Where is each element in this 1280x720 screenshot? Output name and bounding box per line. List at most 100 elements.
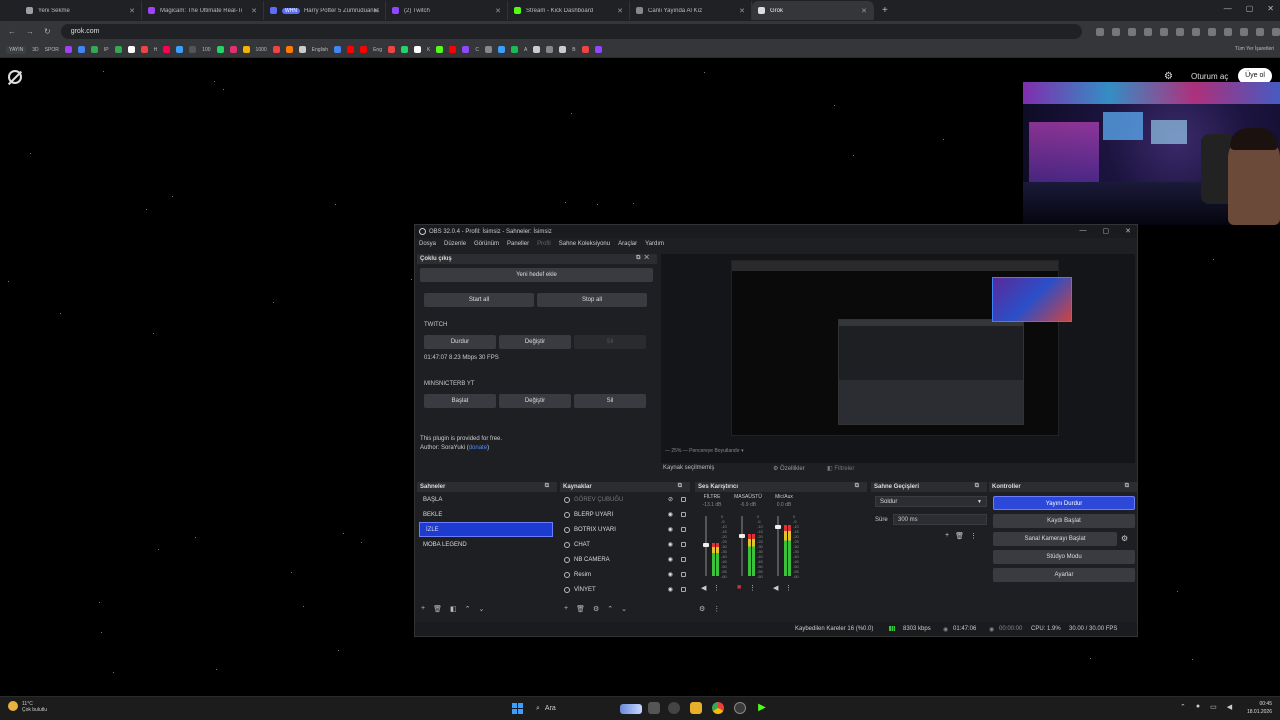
bookmark-icon[interactable] [360, 46, 368, 53]
profile-avatar[interactable] [1256, 27, 1264, 36]
star-icon[interactable] [1128, 27, 1136, 36]
properties-button[interactable]: ⚙ Özellikler [773, 465, 805, 472]
weather-widget[interactable]: 11°C Çok bulutlu [8, 701, 47, 713]
browser-tab[interactable]: Grok ✕ [752, 1, 874, 20]
extension-icon[interactable] [1160, 27, 1168, 36]
edit-target-button[interactable]: Değiştir [499, 335, 571, 349]
bookmark-icon[interactable] [497, 46, 505, 53]
browser-tab[interactable]: WHN Harry Potter 5 Zümrüdüanka Y ✕ [264, 1, 386, 20]
obs-maximize-icon[interactable]: ▢ [1103, 227, 1110, 235]
tab-close-icon[interactable]: ✕ [617, 7, 623, 15]
browser-tab[interactable]: Stream - Kick Dashboard ✕ [508, 1, 630, 20]
bookmark-icon[interactable] [533, 46, 541, 53]
dock-float-icon[interactable]: ⧉ [855, 483, 863, 490]
settings-app-icon[interactable] [668, 702, 680, 714]
lock-icon[interactable] [681, 527, 686, 532]
tab-close-icon[interactable]: ✕ [495, 7, 501, 15]
settings-button[interactable]: Ayarlar [993, 568, 1135, 582]
back-icon[interactable]: ← [8, 27, 16, 36]
stop-stream-button[interactable]: Yayını Durdur [993, 496, 1135, 510]
lock-icon[interactable] [681, 557, 686, 562]
stop-target-button[interactable]: Durdur [424, 335, 496, 349]
bookmark-label[interactable]: Eng [373, 47, 382, 53]
filters-button[interactable]: ◧ Filtreler [827, 465, 854, 472]
bookmark-icon[interactable] [127, 46, 135, 53]
browser-tab[interactable]: Magicam: The Ultimate Real-Ti ✕ [142, 1, 264, 20]
lock-icon[interactable] [681, 512, 686, 517]
browser-tab[interactable]: Yeni Sekme ✕ [20, 1, 142, 20]
source-item[interactable]: BOTRIX UYARI ◉ [560, 522, 690, 537]
obs-minimize-icon[interactable]: — [1080, 227, 1087, 235]
tab-close-icon[interactable]: ✕ [129, 7, 135, 15]
channel-more-icon[interactable]: ⋮ [713, 584, 720, 592]
dock-float-icon[interactable]: ⧉ [545, 483, 553, 490]
add-icon[interactable]: + [421, 605, 425, 616]
bookmark-icon[interactable] [298, 46, 306, 53]
bookmark-icon[interactable] [334, 46, 342, 53]
taskbar-search[interactable]: ⌕ Ara [532, 701, 642, 716]
bookmark-icon[interactable] [189, 46, 197, 53]
dock-float-icon[interactable]: ⧉ [975, 483, 983, 490]
bookmark-label[interactable]: K [427, 47, 430, 53]
bookmark-icon[interactable] [510, 46, 518, 53]
bookmark-label[interactable]: H [154, 47, 158, 53]
extension-icon[interactable] [1176, 27, 1184, 36]
bookmark-icon[interactable] [216, 46, 224, 53]
volume-fader[interactable] [741, 516, 743, 576]
login-link[interactable]: Oturum aç [1191, 72, 1228, 81]
advanced-audio-icon[interactable]: ⚙ [699, 605, 705, 616]
scene-item[interactable]: BEKLE [417, 507, 557, 522]
network-icon[interactable]: ▭ [1210, 703, 1217, 711]
tray-chevron-icon[interactable]: ⌃ [1180, 703, 1186, 711]
bookmark-icon[interactable] [400, 46, 408, 53]
add-icon[interactable]: + [564, 605, 568, 616]
dock-float-icon[interactable]: ⧉ [678, 483, 686, 490]
task-view-icon[interactable] [648, 702, 660, 714]
obs-menu-item[interactable]: Sahne Koleksiyonu [559, 241, 610, 247]
extension-icon[interactable] [1240, 27, 1248, 36]
chrome-icon[interactable] [712, 702, 724, 714]
bookmark-icon[interactable] [77, 46, 85, 53]
dock-float-close-icons[interactable]: ⧉✕ [636, 255, 653, 262]
virtual-camera-settings-icon[interactable]: ⚙ [1121, 534, 1128, 543]
bookmark-label[interactable]: A [524, 47, 527, 53]
move-up-icon[interactable]: ⌃ [607, 605, 613, 616]
start-record-button[interactable]: Kaydı Başlat [993, 514, 1135, 528]
volume-icon[interactable]: ◀ [1227, 703, 1232, 711]
obs-menu-item[interactable]: Profil [537, 241, 551, 247]
bookmark-icon[interactable] [413, 46, 421, 53]
tab-close-icon[interactable]: ✕ [251, 7, 257, 15]
new-tab-button[interactable]: + [882, 5, 888, 16]
preview-zoom[interactable]: — 25% — Pencereye Boyutlandır ▾ [665, 448, 744, 454]
tab-close-icon[interactable]: ✕ [739, 7, 745, 15]
bookmark-label[interactable]: C [475, 47, 479, 53]
extension-icon[interactable] [1112, 27, 1120, 36]
microphone-icon[interactable]: ● [1196, 703, 1200, 711]
file-explorer-icon[interactable] [690, 702, 702, 714]
bookmark-icon[interactable] [484, 46, 492, 53]
fader-knob[interactable] [775, 525, 781, 529]
bookmark-icon[interactable] [581, 46, 589, 53]
bookmark-icon[interactable] [114, 46, 122, 53]
eye-icon[interactable]: ◉ [668, 571, 673, 578]
taskbar-clock[interactable]: 00:45 18.01.2026 [1247, 700, 1272, 716]
source-item[interactable]: VİNYET ◉ [560, 582, 690, 597]
transition-select[interactable]: Soldur ▼ [875, 496, 987, 507]
reload-icon[interactable]: ↻ [44, 27, 51, 36]
eye-icon[interactable]: ◉ [668, 526, 673, 533]
extension-icon[interactable] [1096, 27, 1104, 36]
lock-icon[interactable] [681, 542, 686, 547]
eye-icon[interactable]: ◉ [668, 541, 673, 548]
trash-icon[interactable]: 🗑 [433, 605, 442, 616]
delete-target-button[interactable]: Sil [574, 394, 646, 408]
muted-speaker-icon[interactable]: ■ [737, 584, 741, 591]
lock-icon[interactable] [681, 497, 686, 502]
eye-icon[interactable]: ◉ [668, 511, 673, 518]
bookmark-icon[interactable] [140, 46, 148, 53]
edit-target-button[interactable]: Değiştir [499, 394, 571, 408]
bookmark-icon[interactable] [176, 46, 184, 53]
eye-icon[interactable]: ◉ [668, 586, 673, 593]
bookmark-icon[interactable] [229, 46, 237, 53]
tab-close-icon[interactable]: ✕ [861, 7, 867, 15]
browser-tab[interactable]: (2) Twitch ✕ [386, 1, 508, 20]
